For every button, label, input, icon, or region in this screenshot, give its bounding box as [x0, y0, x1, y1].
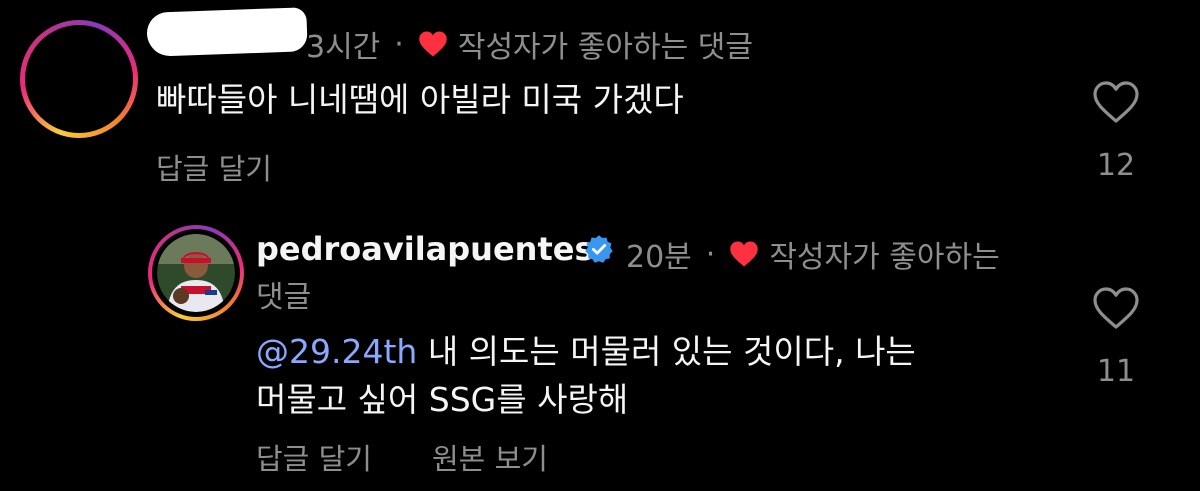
view-original-button[interactable]: 원본 보기 — [432, 436, 548, 478]
profile-photo — [157, 234, 235, 312]
author-liked-label: 작성자가 좋아하는 댓글 — [457, 30, 753, 65]
reply-time: 20분 — [626, 240, 692, 275]
reply-button[interactable]: 답글 달기 — [156, 146, 272, 188]
reply-button[interactable]: 답글 달기 — [256, 436, 372, 478]
meta-separator: · — [394, 26, 404, 62]
author-liked-label: 작성자가 좋아하는 — [769, 240, 1000, 275]
author-liked-label-cont: 댓글 — [256, 280, 312, 315]
comment-time: 3시간 — [306, 30, 381, 65]
reply-text-line2: 머물고 싶어 SSG를 사랑해 — [256, 380, 629, 419]
heart-outline-icon[interactable] — [1092, 286, 1140, 330]
like-count: 12 — [1096, 148, 1136, 183]
heart-filled-icon — [419, 31, 447, 57]
reply-text: 내 의도는 머물러 있는 것이다, 나는 — [417, 332, 916, 371]
heart-filled-icon — [730, 241, 759, 267]
like-count: 11 — [1096, 354, 1136, 389]
comment-meta: 3시간 · 작성자가 좋아하는 댓글 — [306, 22, 753, 66]
comment-text: 빠따들아 니네땜에 아빌라 미국 가겠다 — [156, 80, 684, 119]
meta-separator: · — [705, 236, 716, 272]
reply-meta: 20분 · 작성자가 좋아하는 — [626, 232, 1000, 276]
verified-badge-icon — [585, 235, 613, 263]
redacted-username — [146, 7, 308, 57]
reply-username[interactable]: pedroavilapuentes — [256, 230, 593, 268]
mention-link[interactable]: @29.24th — [256, 332, 417, 371]
comment-thread: 3시간 · 작성자가 좋아하는 댓글 빠따들아 니네땜에 아빌라 미국 가겠다 … — [0, 0, 1200, 491]
heart-outline-icon[interactable] — [1092, 80, 1140, 124]
reply-text-line1: @29.24th 내 의도는 머물러 있는 것이다, 나는 — [256, 328, 916, 376]
